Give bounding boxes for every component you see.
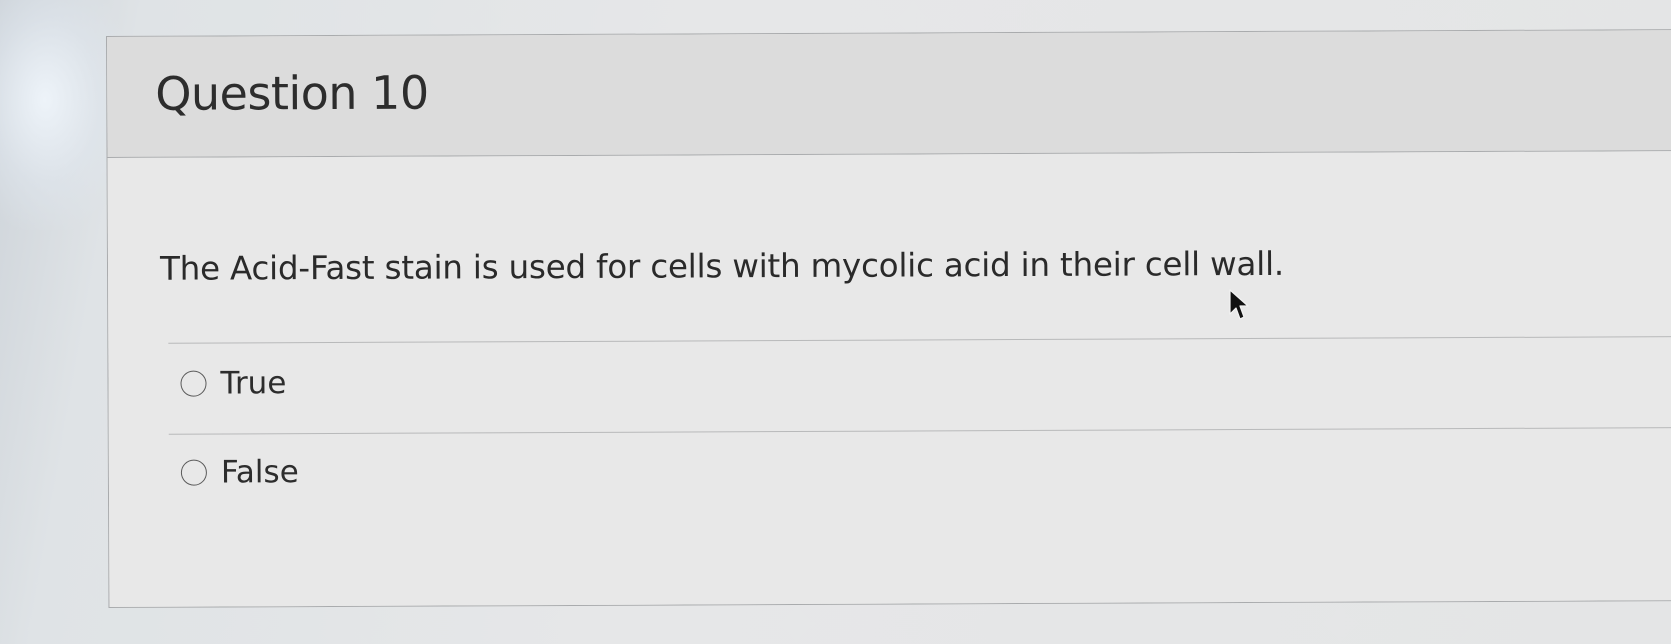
question-body: The Acid-Fast stain is used for cells wi…	[107, 151, 1671, 607]
question-text: The Acid-Fast stain is used for cells wi…	[159, 244, 1285, 288]
arrow-pointer-icon	[1229, 289, 1249, 320]
answer-label-true: True	[220, 365, 287, 402]
answer-divider	[168, 427, 1671, 435]
question-header: Question 10	[107, 30, 1671, 158]
answer-divider	[168, 336, 1671, 344]
question-title: Question 10	[155, 65, 429, 121]
radio-button-true[interactable]	[180, 370, 207, 397]
answer-option-true[interactable]: True	[180, 365, 287, 402]
answer-option-false[interactable]: False	[180, 454, 299, 491]
answer-label-false: False	[220, 454, 299, 491]
radio-button-false[interactable]	[180, 459, 207, 486]
question-card: Question 10 The Acid-Fast stain is used …	[106, 29, 1671, 608]
